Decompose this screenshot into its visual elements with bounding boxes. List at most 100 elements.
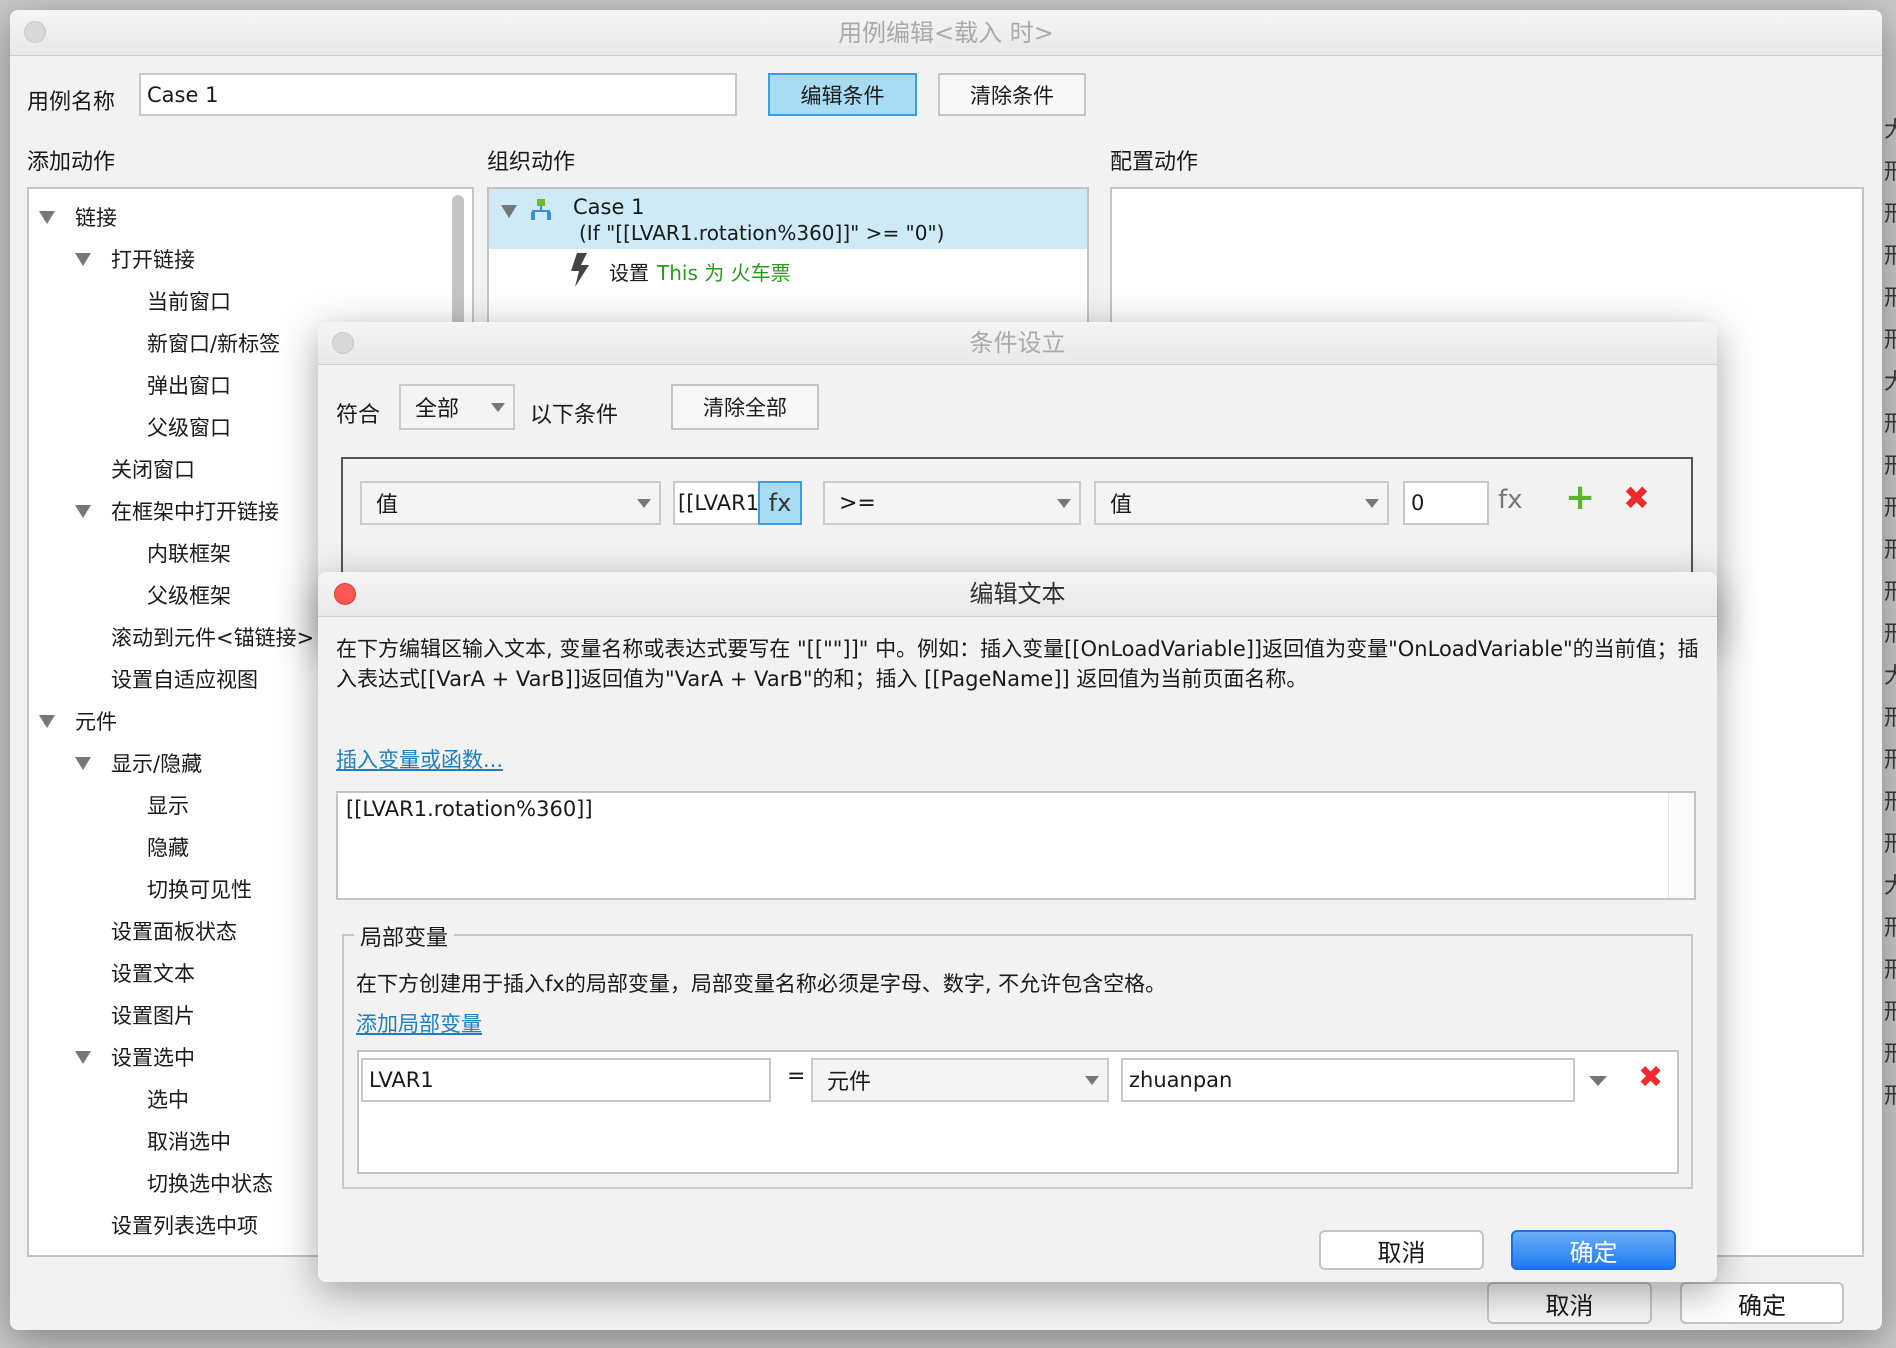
tree-item[interactable]: 设置列表选中项: [111, 1210, 258, 1240]
local-vars-description: 在下方创建用于插入fx的局部变量，局部变量名称必须是字母、数字, 不允许包含空格…: [356, 972, 1167, 996]
tree-item[interactable]: 关闭窗口: [111, 454, 195, 484]
tree-item-label: 启用/禁用: [111, 1252, 202, 1255]
tree-item[interactable]: 在框架中打开链接: [75, 496, 279, 526]
action-row[interactable]: 设置 This 为 火车票: [489, 249, 1087, 289]
condition-dialog-titlebar: 条件设立: [318, 322, 1717, 365]
expand-arrow-icon[interactable]: [39, 714, 55, 728]
case-name-label: 用例名称: [27, 90, 116, 115]
tree-item[interactable]: 选中: [147, 1084, 189, 1114]
tree-item[interactable]: 父级窗口: [147, 412, 231, 442]
tree-item[interactable]: 设置面板状态: [111, 916, 237, 946]
right-type-value: 值: [1110, 493, 1133, 518]
case-title: Case 1: [573, 195, 645, 219]
tree-item[interactable]: 切换可见性: [147, 874, 252, 904]
tree-item[interactable]: 父级框架: [147, 580, 231, 610]
tree-item[interactable]: 设置图片: [111, 1000, 195, 1030]
organize-action-heading: 组织动作: [487, 150, 576, 175]
tree-item[interactable]: 设置文本: [111, 958, 195, 988]
local-vars-list: LVAR1 = 元件 zhuanpan ✖: [357, 1050, 1679, 1174]
case-row[interactable]: Case 1 (If "[[LVAR1.rotation%360]]" >= "…: [489, 189, 1087, 249]
window-close-button[interactable]: [24, 21, 46, 43]
side-panel-char: 形: [1884, 916, 1896, 941]
side-panel-char: 形: [1884, 412, 1896, 437]
edit-text-ok-button[interactable]: 确定: [1511, 1230, 1676, 1270]
side-panel-char: 大: [1884, 874, 1896, 899]
tree-item-label: 父级框架: [147, 584, 231, 608]
tree-item[interactable]: 切换选中状态: [147, 1168, 273, 1198]
side-panel-char: 形: [1884, 832, 1896, 857]
tree-item[interactable]: 隐藏: [147, 832, 189, 862]
local-vars-legend: 局部变量: [354, 920, 455, 952]
tree-item[interactable]: 当前窗口: [147, 286, 231, 316]
side-panel-char: 形: [1884, 958, 1896, 983]
clear-condition-button[interactable]: 清除条件: [938, 73, 1086, 116]
case-name-input[interactable]: Case 1: [139, 73, 737, 116]
local-vars-group: 局部变量 在下方创建用于插入fx的局部变量，局部变量名称必须是字母、数字, 不允…: [342, 920, 1693, 1189]
left-fx-button[interactable]: fx: [758, 481, 802, 525]
add-local-var-link[interactable]: 添加局部变量: [356, 1008, 482, 1038]
local-var-type-select[interactable]: 元件: [811, 1058, 1109, 1102]
expand-arrow-icon[interactable]: [75, 504, 91, 518]
right-fx-button[interactable]: fx: [1498, 485, 1523, 515]
side-panel-char: 形: [1884, 496, 1896, 521]
tree-item-label: 链接: [75, 206, 117, 230]
edit-text-cancel-button[interactable]: 取消: [1319, 1230, 1484, 1270]
tree-item[interactable]: 元件: [39, 706, 117, 736]
right-type-select[interactable]: 值: [1094, 481, 1389, 525]
window-title: 用例编辑<载入 时>: [838, 19, 1054, 47]
tree-item-label: 设置列表选中项: [111, 1214, 258, 1238]
side-panel-char: 形: [1884, 748, 1896, 773]
tree-item-label: 设置面板状态: [111, 920, 237, 944]
left-type-select[interactable]: 值: [360, 481, 661, 525]
main-cancel-button[interactable]: 取消: [1487, 1282, 1652, 1324]
tree-item[interactable]: 弹出窗口: [147, 370, 231, 400]
local-var-target-input[interactable]: zhuanpan: [1121, 1058, 1575, 1102]
operator-select[interactable]: >=: [823, 481, 1081, 525]
tree-item[interactable]: 启用/禁用: [75, 1252, 202, 1255]
tree-item[interactable]: 链接: [39, 202, 117, 232]
add-condition-icon[interactable]: +: [1565, 477, 1595, 518]
delete-local-var-icon[interactable]: ✖: [1638, 1060, 1663, 1095]
left-type-value: 值: [376, 493, 399, 518]
tree-item[interactable]: 显示/隐藏: [75, 748, 202, 778]
tree-item-label: 设置文本: [111, 962, 195, 986]
tree-item[interactable]: 内联框架: [147, 538, 231, 568]
expand-arrow-icon[interactable]: [75, 756, 91, 770]
clear-all-button[interactable]: 清除全部: [671, 384, 819, 430]
side-panel-char: 形: [1884, 706, 1896, 731]
condition-dialog-close-button[interactable]: [332, 332, 354, 354]
expand-arrow-icon[interactable]: [75, 252, 91, 266]
tree-item[interactable]: 滚动到元件<锚链接>: [111, 622, 314, 652]
local-var-target-dropdown-icon[interactable]: [1589, 1076, 1607, 1086]
tree-item-label: 当前窗口: [147, 290, 231, 314]
left-value-input[interactable]: [[LVAR1: [673, 481, 761, 525]
local-var-name-input[interactable]: LVAR1: [361, 1058, 771, 1102]
match-select[interactable]: 全部: [399, 384, 515, 430]
case-expand-icon[interactable]: [501, 205, 517, 218]
tree-item[interactable]: 设置自适应视图: [111, 664, 258, 694]
insert-variable-link[interactable]: 插入变量或函数...: [336, 744, 503, 774]
expand-arrow-icon[interactable]: [75, 1050, 91, 1064]
tree-item-label: 弹出窗口: [147, 374, 231, 398]
tree-item[interactable]: 打开链接: [75, 244, 195, 274]
expand-arrow-icon[interactable]: [39, 210, 55, 224]
tree-item-label: 元件: [75, 710, 117, 734]
tree-item[interactable]: 取消选中: [147, 1126, 231, 1156]
side-panel-char: 形: [1884, 454, 1896, 479]
tree-item-label: 切换可见性: [147, 878, 252, 902]
tree-item-label: 显示/隐藏: [111, 752, 203, 776]
chevron-down-icon: [637, 499, 651, 508]
chevron-down-icon: [1057, 499, 1071, 508]
local-var-equals: =: [787, 1064, 806, 1089]
main-ok-button[interactable]: 确定: [1680, 1282, 1844, 1324]
delete-condition-icon[interactable]: ✖: [1623, 479, 1650, 517]
tree-item[interactable]: 设置选中: [75, 1042, 195, 1072]
edit-text-close-button[interactable]: [334, 583, 356, 605]
text-editor-scrollbar[interactable]: [1668, 793, 1694, 898]
text-editor[interactable]: [[LVAR1.rotation%360]]: [336, 791, 1696, 900]
tree-item[interactable]: 新窗口/新标签: [147, 328, 280, 358]
edit-condition-button[interactable]: 编辑条件: [768, 73, 917, 116]
tree-item[interactable]: 显示: [147, 790, 189, 820]
right-value-input[interactable]: 0: [1403, 481, 1489, 525]
case-tree-icon: [531, 199, 551, 220]
